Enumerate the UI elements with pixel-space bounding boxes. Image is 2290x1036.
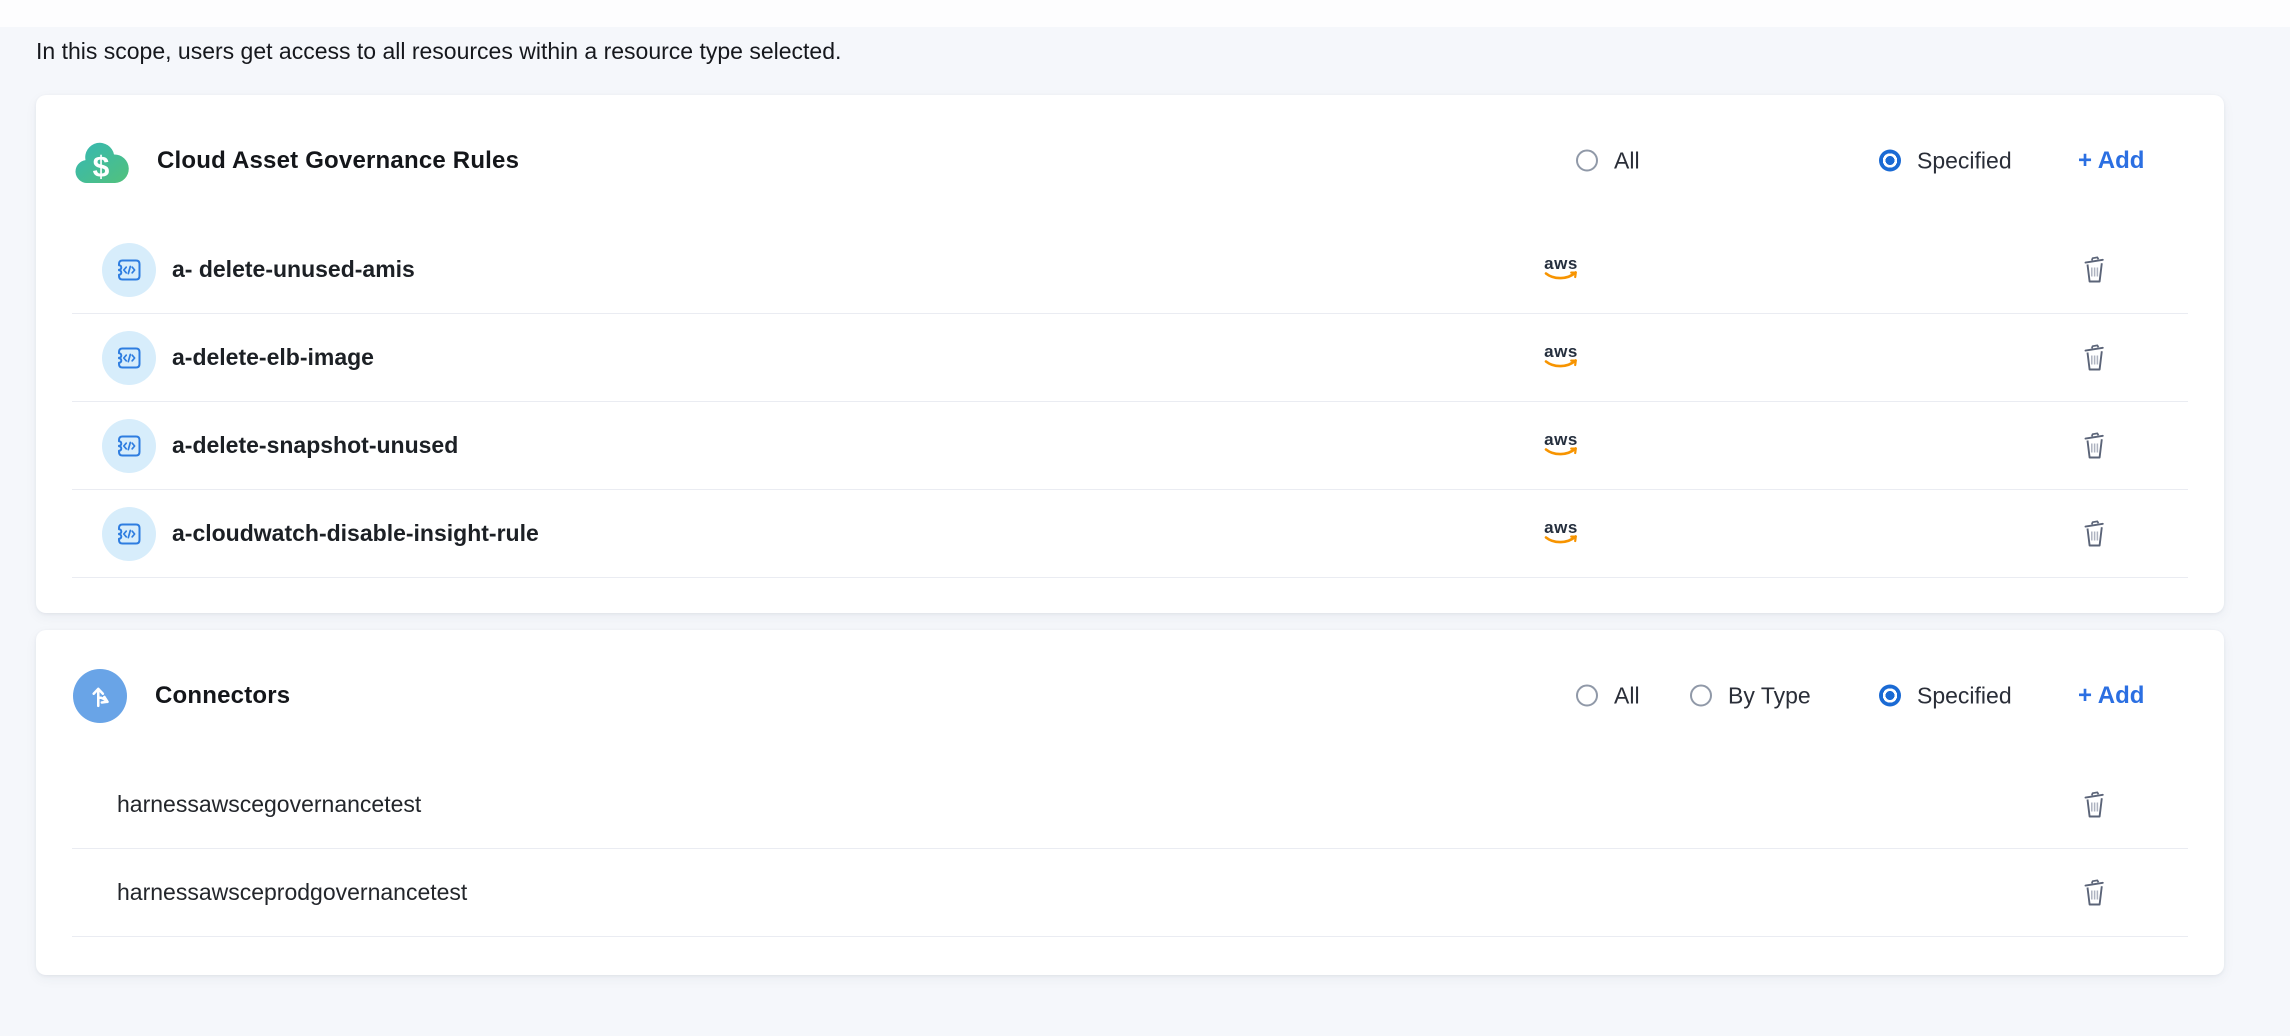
rule-row: a-delete-elb-image bbox=[72, 314, 2188, 402]
rule-name: a-cloudwatch-disable-insight-rule bbox=[172, 520, 539, 547]
governance-rule-icon bbox=[102, 331, 156, 385]
top-strip bbox=[0, 0, 2290, 27]
rule-row: a- delete-unused-amis bbox=[72, 226, 2188, 314]
connectors-scope-all-radio[interactable]: All bbox=[1576, 682, 1640, 709]
rule-name: a-delete-snapshot-unused bbox=[172, 432, 458, 459]
delete-rule-button[interactable] bbox=[2074, 514, 2114, 554]
scope-description: In this scope, users get access to all r… bbox=[36, 36, 2254, 66]
rule-name: a- delete-unused-amis bbox=[172, 256, 415, 283]
radio-label: By Type bbox=[1728, 682, 1811, 709]
radio-selected-icon[interactable] bbox=[1879, 150, 1901, 172]
connectors-card-title: Connectors bbox=[155, 682, 290, 710]
connector-row: harnessawsceprodgovernancetest bbox=[72, 849, 2188, 937]
connector-name: harnessawscegovernancetest bbox=[117, 791, 421, 818]
rule-row: a-cloudwatch-disable-insight-rule bbox=[72, 490, 2188, 578]
delete-rule-button[interactable] bbox=[2074, 250, 2114, 290]
governance-rule-icon bbox=[102, 243, 156, 297]
connectors-card: Connectors All By Type Specified + Add h… bbox=[36, 630, 2224, 975]
governance-rule-icon bbox=[102, 507, 156, 561]
connector-name: harnessawsceprodgovernancetest bbox=[117, 879, 467, 906]
governance-scope-specified-radio[interactable]: Specified bbox=[1879, 147, 2012, 174]
radio-label: Specified bbox=[1917, 682, 2012, 709]
radio-unselected-icon[interactable] bbox=[1576, 150, 1598, 172]
aws-logo-icon bbox=[1542, 342, 1580, 374]
radio-unselected-icon[interactable] bbox=[1576, 685, 1598, 707]
delete-connector-button[interactable] bbox=[2074, 785, 2114, 825]
delete-connector-button[interactable] bbox=[2074, 873, 2114, 913]
governance-card-title: Cloud Asset Governance Rules bbox=[157, 147, 519, 175]
governance-card-header: $ Cloud Asset Governance Rules All Speci… bbox=[36, 95, 2224, 226]
governance-rules-card: $ Cloud Asset Governance Rules All Speci… bbox=[36, 95, 2224, 613]
connectors-scope-specified-radio[interactable]: Specified bbox=[1879, 682, 2012, 709]
radio-label: All bbox=[1614, 147, 1640, 174]
radio-label: Specified bbox=[1917, 147, 2012, 174]
rule-row: a-delete-snapshot-unused bbox=[72, 402, 2188, 490]
delete-rule-button[interactable] bbox=[2074, 338, 2114, 378]
radio-selected-icon[interactable] bbox=[1879, 685, 1901, 707]
add-connector-button[interactable]: + Add bbox=[2078, 682, 2144, 710]
cloud-dollar-icon: $ bbox=[73, 137, 129, 185]
radio-unselected-icon[interactable] bbox=[1690, 685, 1712, 707]
aws-logo-icon bbox=[1542, 430, 1580, 462]
governance-scope-all-radio[interactable]: All bbox=[1576, 147, 1640, 174]
connector-row: harnessawscegovernancetest bbox=[72, 761, 2188, 849]
governance-rule-icon bbox=[102, 419, 156, 473]
delete-rule-button[interactable] bbox=[2074, 426, 2114, 466]
resource-scope-page: In this scope, users get access to all r… bbox=[0, 36, 2290, 975]
rule-name: a-delete-elb-image bbox=[172, 344, 374, 371]
branching-arrows-icon bbox=[73, 669, 127, 723]
aws-logo-icon bbox=[1542, 254, 1580, 286]
svg-text:$: $ bbox=[93, 151, 110, 184]
add-governance-rule-button[interactable]: + Add bbox=[2078, 147, 2144, 175]
radio-label: All bbox=[1614, 682, 1640, 709]
governance-rules-list: a- delete-unused-amis a-delete-elb-image bbox=[72, 226, 2188, 578]
connectors-card-header: Connectors All By Type Specified + Add bbox=[36, 630, 2224, 761]
connectors-scope-bytype-radio[interactable]: By Type bbox=[1690, 682, 1811, 709]
aws-logo-icon bbox=[1542, 518, 1580, 550]
connectors-list: harnessawscegovernancetest harnessawscep… bbox=[72, 761, 2188, 937]
